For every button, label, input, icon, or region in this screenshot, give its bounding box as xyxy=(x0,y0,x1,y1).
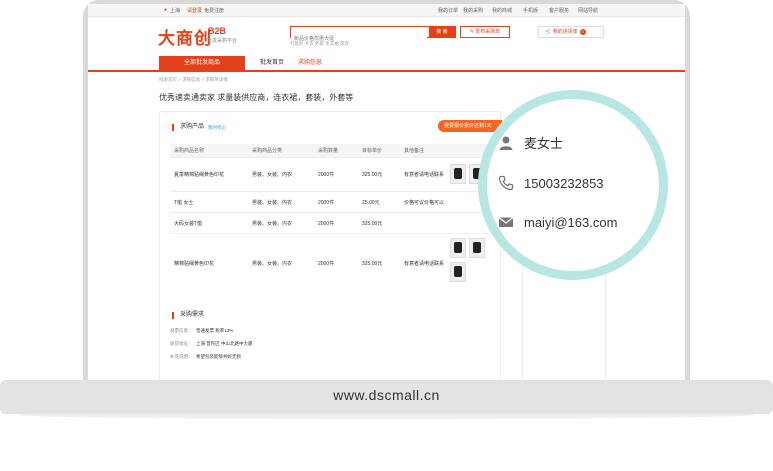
main-nav: 全部批发商品 批发首页 求购信息 xyxy=(88,56,685,72)
demand-value: 上海 普陀区 中山北路中大厦 xyxy=(196,341,253,346)
user-icon xyxy=(498,135,514,151)
topbar-link-mobile[interactable]: 手机版 xyxy=(523,7,538,14)
topbar-link-sitemap[interactable]: 网站导航 xyxy=(578,7,598,14)
top-bar: ● 上海 请登录 免费注册 我的订单 我的采购 我的商城 手机版 客户服务 网站… xyxy=(88,4,685,17)
col-price: 目标单价 xyxy=(358,144,400,158)
register-link[interactable]: 免费注册 xyxy=(204,7,224,14)
row-category: 男装、女装、内衣 xyxy=(248,212,314,234)
row-name: 夏季精棉贴绳黄色印花 xyxy=(170,157,248,192)
cart-button[interactable]: 🛒 我的进货单 0 xyxy=(538,26,604,38)
demand-info: 发票信息： 普通发票 税率13% 收货地址： 上海 普陀区 中山北路中大厦 补充说明… xyxy=(170,324,253,363)
row-name: 精棉贴绳黄色印花 xyxy=(170,233,248,294)
demand-row-address: 收货地址： 上海 普陀区 中山北路中大厦 xyxy=(170,337,253,350)
row-price: 325.00元 xyxy=(358,233,400,294)
demand-value: 普通发票 税率13% xyxy=(196,328,234,333)
demand-label: 发票信息： xyxy=(170,328,193,333)
row-price: 325.00元 xyxy=(358,157,400,192)
contact-phone[interactable]: 15003232853 xyxy=(524,176,604,191)
col-category: 采购商品分类 xyxy=(248,144,314,158)
phone-icon xyxy=(498,175,514,191)
row-category: 男装、女装、内衣 xyxy=(248,157,314,192)
contact-email[interactable]: maiyi@163.com xyxy=(524,215,617,230)
hot-keywords[interactable]: 打底衫 大衣 外套 毛衣裙 风衣 xyxy=(290,41,349,47)
topbar-link-mall[interactable]: 我的商城 xyxy=(492,7,512,14)
row-category: 男装、女装、内衣 xyxy=(248,191,314,213)
logo-subtitle: 批发采购平台 xyxy=(207,38,238,44)
row-price: 325.00元 xyxy=(358,212,400,234)
breadcrumb: 批发首页 > 求购信息 > 求购单详情 xyxy=(159,77,228,82)
location-text[interactable]: 上海 xyxy=(170,7,180,14)
purchase-table: 采购商品名称 采购商品分类 采购数量 目标单价 其他备注 夏季精棉贴绳黄色印花 … xyxy=(170,144,494,294)
publish-purchase-button[interactable]: ✎ 发布采购单 xyxy=(460,26,510,38)
topbar-link-orders[interactable]: 我的订单 xyxy=(438,7,458,14)
site-logo[interactable]: 大商创 xyxy=(158,24,212,49)
demand-value: 希望包装能够共好无损 xyxy=(196,354,241,359)
demand-row-note: 补充说明： 希望包装能够共好无损 xyxy=(170,350,253,363)
site-url: www.dscmall.cn xyxy=(333,387,440,403)
demand-label: 补充说明： xyxy=(170,354,193,359)
cart-count-badge: 0 xyxy=(579,29,586,35)
page-title: 优秀速卖通卖家 求量装供应商，连衣裙，套装，外套等 xyxy=(159,93,354,102)
search-box: 搜 索 xyxy=(290,26,456,44)
product-thumbnails xyxy=(450,238,485,258)
row-note: 价格可议价格可以 xyxy=(400,191,468,213)
pencil-icon: ✎ xyxy=(469,29,474,35)
product-thumbnail[interactable] xyxy=(450,164,466,184)
col-qty: 采购数量 xyxy=(314,144,358,158)
cart-label: 我的进货单 xyxy=(552,29,578,35)
contact-magnifier: 麦女士 15003232853 maiyi@163.com xyxy=(487,99,659,271)
login-link[interactable]: 请登录 xyxy=(187,7,202,14)
demand-section-title: 采购需求 xyxy=(172,312,204,319)
product-thumbnail[interactable] xyxy=(450,238,466,258)
quote-button[interactable]: 我要报价报价还剩1天 xyxy=(438,120,502,132)
table-header-row: 采购商品名称 采购商品分类 采购数量 目标单价 其他备注 xyxy=(170,144,494,158)
row-name: T恤 女士 xyxy=(170,191,248,213)
publish-purchase-label: 发布采购单 xyxy=(475,29,501,35)
product-section-title: 求购产品 xyxy=(172,124,204,131)
contact-name-row: 麦女士 xyxy=(498,133,563,152)
row-qty: 2000件 xyxy=(314,233,358,294)
col-note: 其他备注 xyxy=(400,144,468,158)
nav-item-wholesale-home[interactable]: 批发首页 xyxy=(260,56,284,70)
cart-icon: 🛒 xyxy=(545,29,552,35)
product-thumbnail[interactable] xyxy=(450,262,466,282)
topbar-link-service[interactable]: 客户服务 xyxy=(549,7,569,14)
product-thumbnails xyxy=(450,262,466,282)
row-qty: 2000件 xyxy=(314,157,358,192)
product-section-status: 暂时停止 xyxy=(208,125,226,130)
search-button[interactable]: 搜 索 xyxy=(429,27,455,37)
row-price: 25.00元 xyxy=(358,191,400,213)
nav-item-purchase-info[interactable]: 求购信息 xyxy=(298,56,322,70)
table-row: T恤 女士 男装、女装、内衣 2000件 25.00元 价格可议价格可以 xyxy=(170,191,494,213)
b2b-mark: B2B xyxy=(208,26,227,36)
table-row: 大码女装T恤 男装、女装、内衣 2000件 325.00元 xyxy=(170,212,494,234)
product-thumbnail[interactable] xyxy=(469,238,485,258)
contact-email-row: maiyi@163.com xyxy=(498,214,617,230)
location-pin-icon: ● xyxy=(164,7,168,13)
table-row: 精棉贴绳黄色印花 男装、女装、内衣 2000件 325.00元 有意者请电话联系 xyxy=(170,233,494,294)
contact-name: 麦女士 xyxy=(524,136,564,151)
row-qty: 2000件 xyxy=(314,191,358,213)
mail-icon xyxy=(498,214,514,230)
row-note xyxy=(400,212,468,234)
row-qty: 2000件 xyxy=(314,212,358,234)
demand-row-invoice: 发票信息： 普通发票 税率13% xyxy=(170,324,253,337)
table-row: 夏季精棉贴绳黄色印花 男装、女装、内衣 2000件 325.00元 有意者请电话… xyxy=(170,157,494,192)
topbar-link-purchase[interactable]: 我的采购 xyxy=(463,7,483,14)
contact-phone-row: 15003232853 xyxy=(498,175,604,191)
row-category: 男装、女装、内衣 xyxy=(248,233,314,294)
demand-label: 收货地址： xyxy=(170,341,193,346)
row-name: 大码女装T恤 xyxy=(170,212,248,234)
col-name: 采购商品名称 xyxy=(170,144,248,158)
nav-all-products[interactable]: 全部批发商品 xyxy=(159,56,245,70)
